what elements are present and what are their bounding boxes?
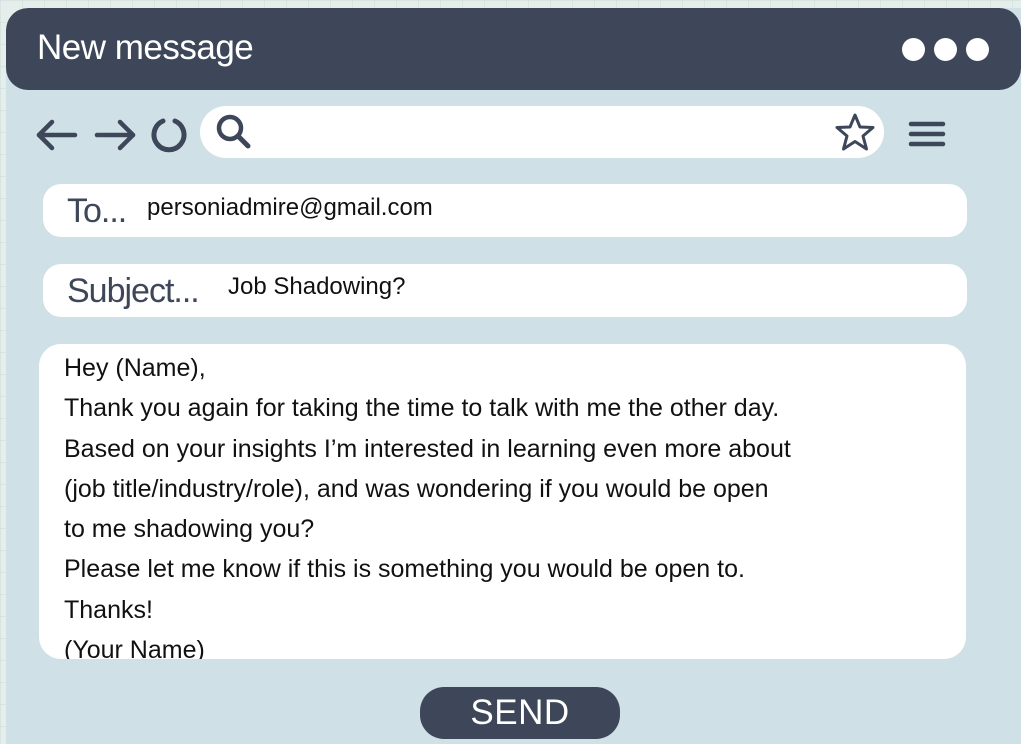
search-bar[interactable] — [200, 106, 884, 158]
to-field[interactable]: To... personiadmire@gmail.com — [43, 184, 967, 237]
more-options-icon[interactable] — [902, 38, 989, 61]
dot-icon — [966, 38, 989, 61]
dot-icon — [902, 38, 925, 61]
compose-window: New message To... personiadmire@gmail.co… — [6, 8, 1021, 744]
search-input[interactable] — [262, 112, 806, 154]
subject-field[interactable]: Subject... Job Shadowing? — [43, 264, 967, 317]
body-line: Please let me know if this is something … — [64, 555, 745, 584]
send-button[interactable]: SEND — [420, 687, 620, 739]
body-line: Based on your insights I’m interested in… — [64, 434, 791, 463]
body-line: to me shadowing you? — [64, 515, 315, 544]
title-bar: New message — [6, 8, 1021, 90]
to-value[interactable]: personiadmire@gmail.com — [147, 194, 433, 222]
body-line: (Your Name) — [64, 636, 205, 659]
search-icon — [216, 114, 251, 149]
body-line: Hey (Name), — [64, 354, 206, 382]
subject-label: Subject... — [67, 272, 200, 310]
window-title: New message — [37, 28, 254, 67]
dot-icon — [934, 38, 957, 61]
to-label: To... — [67, 192, 127, 230]
body-line: Thanks! — [64, 595, 153, 624]
arrow-left-icon[interactable] — [34, 112, 80, 158]
star-icon[interactable] — [834, 111, 876, 153]
message-text[interactable]: Hey (Name), Thank you again for taking t… — [64, 348, 944, 659]
arrow-right-icon[interactable] — [92, 112, 138, 158]
body-line: (job title/industry/role), and was wonde… — [64, 474, 769, 503]
hamburger-menu-icon[interactable] — [906, 114, 948, 156]
message-body[interactable]: Hey (Name), Thank you again for taking t… — [39, 344, 966, 659]
subject-value[interactable]: Job Shadowing? — [228, 273, 405, 301]
reload-icon[interactable] — [146, 112, 192, 158]
body-line: Thank you again for taking the time to t… — [64, 394, 780, 423]
